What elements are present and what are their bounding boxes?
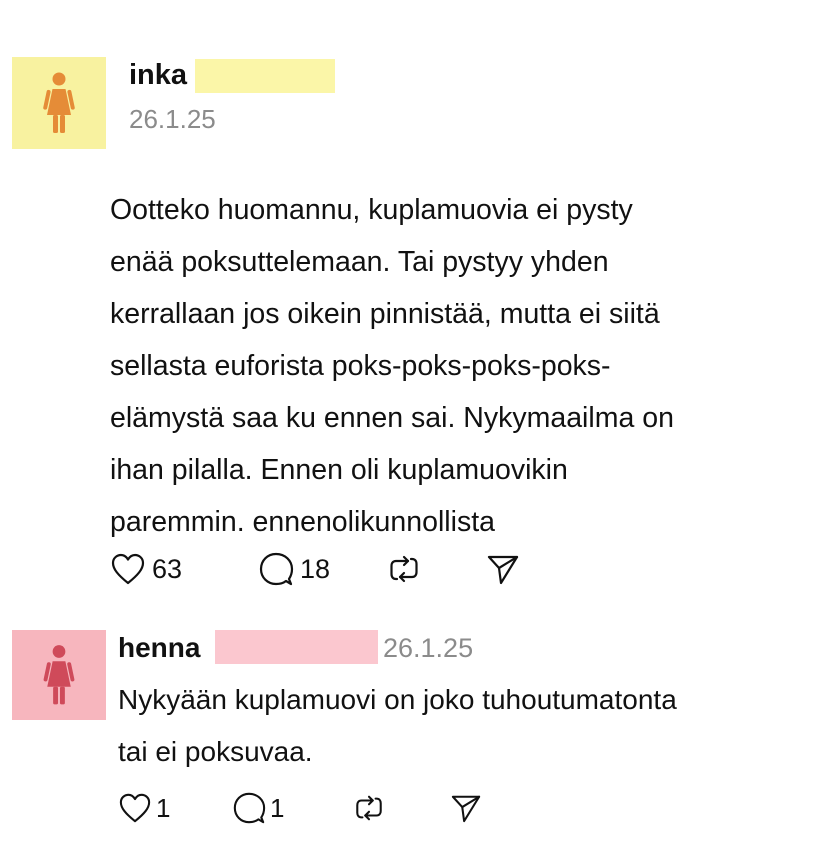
female-figure-icon: [43, 645, 75, 705]
text-line: Ootteko huomannu, kuplamuovia ei pysty: [110, 194, 633, 226]
repost-icon: [356, 795, 382, 821]
reply-button[interactable]: 18: [258, 551, 388, 587]
text-line: sellasta euforista poks-poks-poks-poks-: [110, 350, 611, 382]
repost-icon: [390, 555, 418, 583]
heart-icon: [111, 553, 145, 585]
text-line: Nykyään kuplamuovi on joko tuhoutumatont…: [118, 684, 677, 715]
redacted-name-block: [195, 59, 335, 93]
redacted-name-block: [215, 630, 378, 664]
reply-count: 18: [300, 553, 331, 584]
send-icon: [451, 795, 481, 823]
text-line: enää poksuttelemaan. Tai pystyy yhden: [110, 246, 609, 278]
post-text: Nykyään kuplamuovi on joko tuhoutumatont…: [118, 674, 828, 778]
reply-count: 1: [270, 792, 285, 823]
text-line: ihan pilalla. Ennen oli kuplamuovikin: [110, 454, 568, 486]
post-date: 26.1.25: [129, 104, 216, 134]
like-button[interactable]: 1: [118, 792, 232, 824]
text-line: elämystä saa ku ennen sai. Nykymaailma o…: [110, 402, 674, 434]
like-button[interactable]: 63: [110, 552, 258, 586]
heart-icon: [119, 793, 151, 823]
comment-bubble-icon: [259, 552, 294, 586]
post-inka: inka 26.1.25 Ootteko huomannu, kuplamuov…: [0, 0, 840, 600]
post-text: Ootteko huomannu, kuplamuovia ei pysty e…: [110, 184, 820, 548]
like-count: 63: [152, 553, 183, 584]
text-line: kerrallaan jos oikein pinnistää, mutta e…: [110, 298, 660, 330]
like-count: 1: [156, 792, 171, 823]
post-actions: 63 18: [110, 551, 526, 587]
post-actions: 1 1: [118, 790, 490, 826]
share-button[interactable]: [486, 553, 526, 585]
author-name[interactable]: inka: [129, 58, 187, 92]
share-button[interactable]: [450, 793, 490, 823]
text-line: tai ei poksuvaa.: [118, 736, 313, 767]
repost-button[interactable]: [388, 553, 486, 585]
reply-button[interactable]: 1: [232, 791, 354, 825]
send-icon: [487, 555, 519, 585]
female-figure-icon: [43, 72, 75, 133]
comment-bubble-icon: [233, 792, 266, 824]
avatar[interactable]: [12, 630, 106, 720]
author-name[interactable]: henna: [118, 630, 200, 666]
post-henna: henna 26.1.25 Nykyään kuplamuovi on joko…: [0, 610, 840, 854]
avatar[interactable]: [12, 57, 106, 149]
post-date: 26.1.25: [383, 633, 474, 663]
repost-button[interactable]: [354, 793, 450, 823]
text-line: paremmin. ennenolikunnollista: [110, 506, 495, 538]
